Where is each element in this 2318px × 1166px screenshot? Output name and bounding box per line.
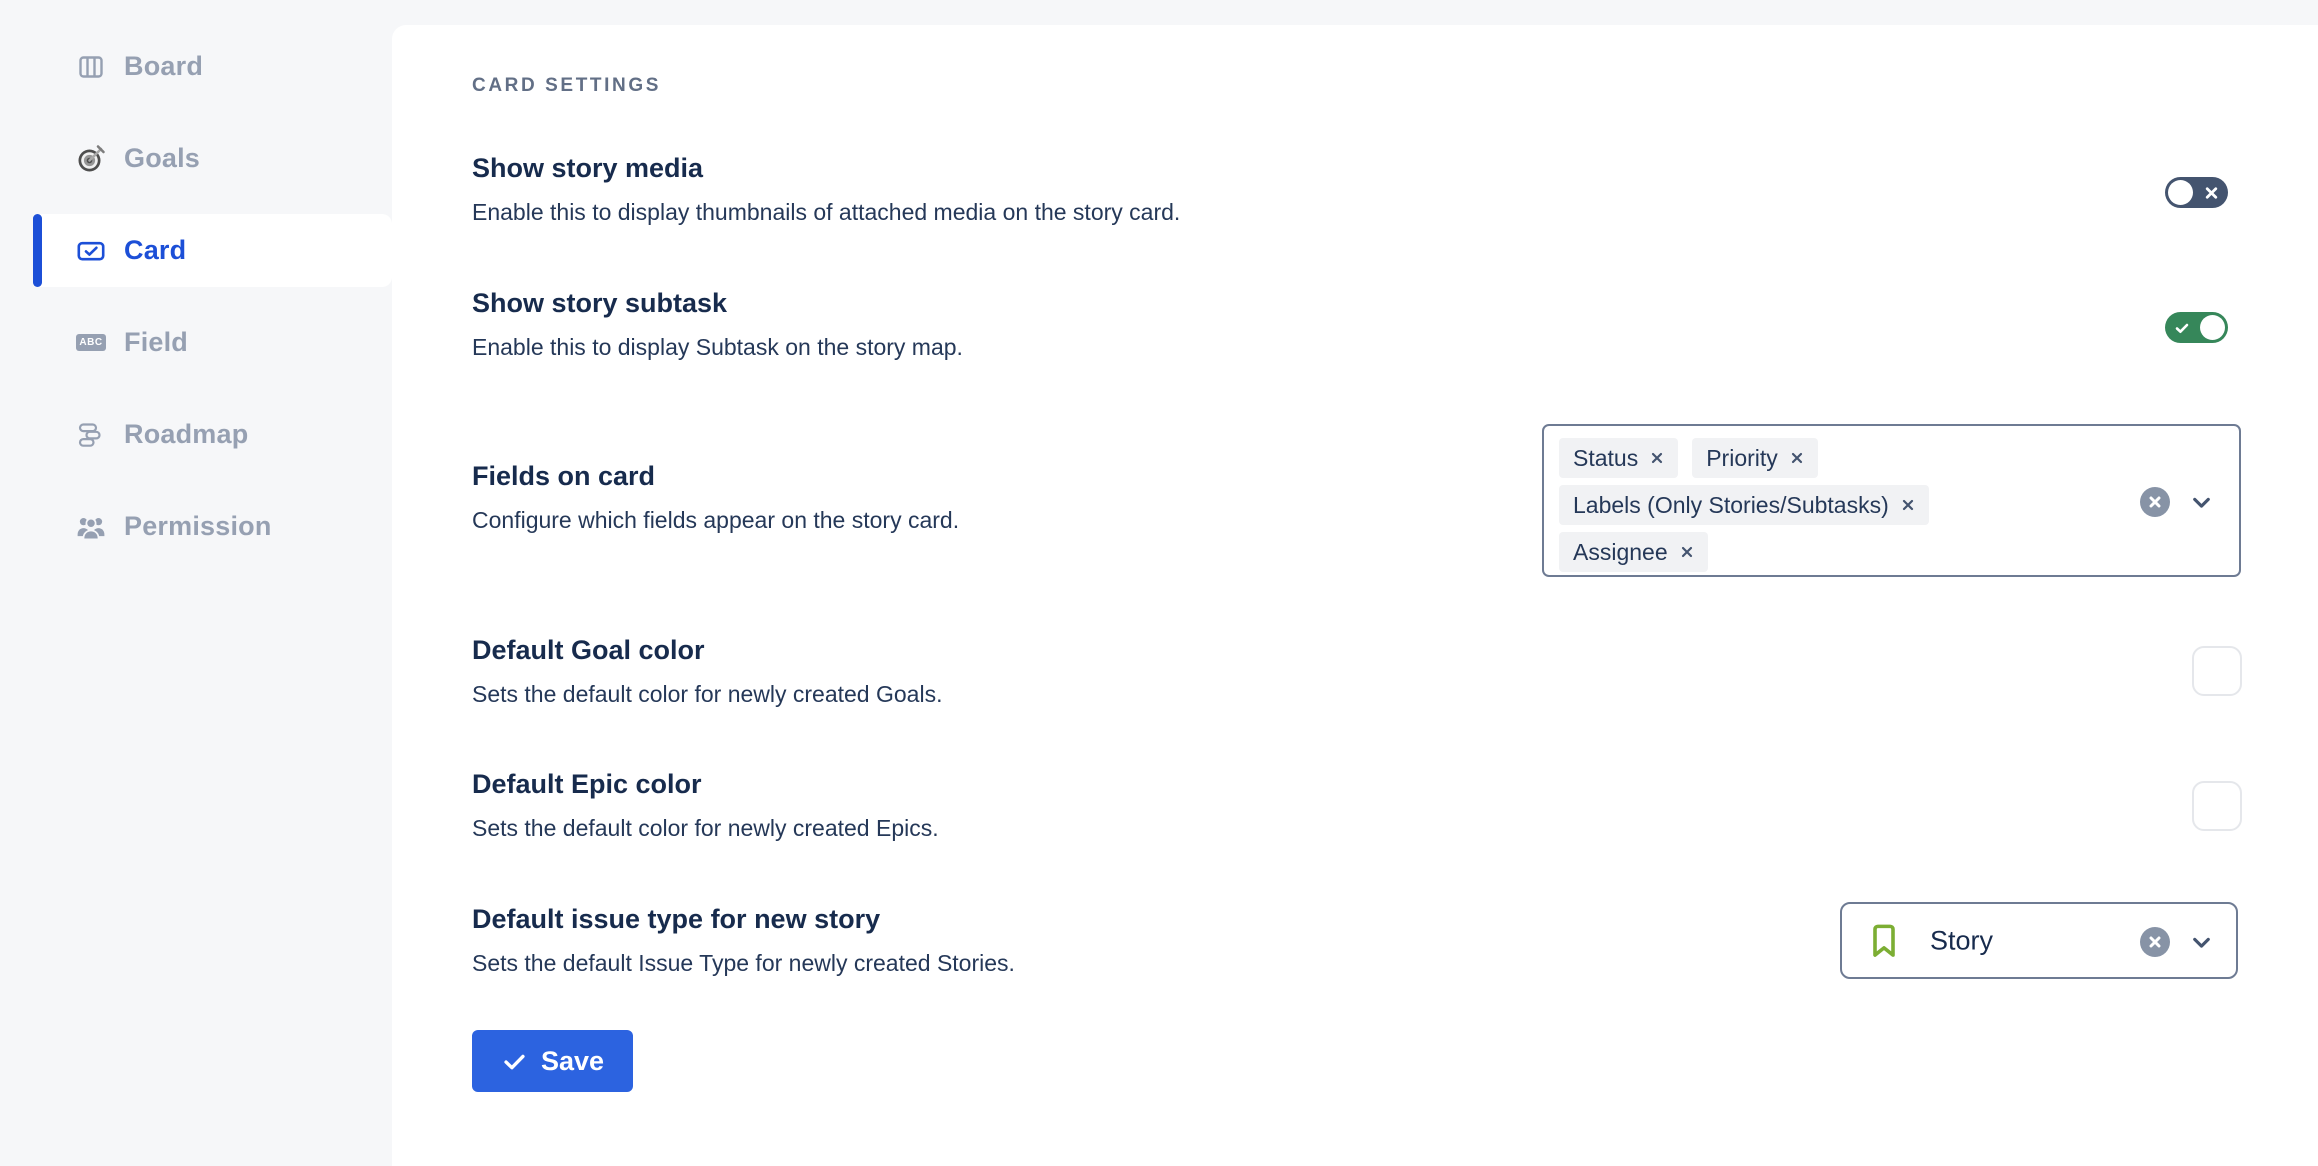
setting-desc-fields-on-card: Configure which fields appear on the sto… [472, 507, 959, 534]
default-epic-color-swatch[interactable] [2192, 781, 2242, 831]
chip-row: Assignee [1559, 532, 1708, 572]
clear-circle-icon[interactable] [2140, 927, 2170, 957]
setting-title-default-issue-type: Default issue type for new story [472, 904, 880, 935]
setting-title-default-epic-color: Default Epic color [472, 769, 702, 800]
sidebar-item-roadmap[interactable]: Roadmap [33, 398, 392, 471]
chip-status[interactable]: Status [1559, 438, 1678, 478]
chip-assignee[interactable]: Assignee [1559, 532, 1708, 572]
setting-title-show-story-subtask: Show story subtask [472, 288, 727, 319]
toggle-check-icon [2174, 320, 2190, 336]
permission-people-icon [76, 512, 106, 542]
sidebar-item-label: Permission [124, 511, 272, 542]
sidebar-item-card[interactable]: Card [33, 214, 392, 287]
chevron-down-icon[interactable] [2189, 490, 2214, 515]
fields-on-card-multiselect[interactable]: Status Priority Labels (Only Stories/Sub… [1542, 424, 2241, 577]
chip-row: Labels (Only Stories/Subtasks) [1559, 485, 1929, 525]
chip-label: Status [1573, 445, 1638, 472]
chip-remove-icon[interactable] [1901, 498, 1915, 512]
chip-remove-icon[interactable] [1650, 451, 1664, 465]
sidebar-nav: Board Goals [0, 0, 392, 563]
setting-title-show-story-media: Show story media [472, 153, 703, 184]
chip-priority[interactable]: Priority [1692, 438, 1818, 478]
chip-remove-icon[interactable] [1680, 545, 1694, 559]
goals-target-icon [76, 144, 106, 174]
roadmap-icon [76, 420, 106, 450]
chip-row: Status Priority [1559, 438, 1818, 478]
sidebar-item-label: Board [124, 51, 203, 82]
setting-desc-default-goal-color: Sets the default color for newly created… [472, 681, 942, 708]
setting-desc-default-issue-type: Sets the default Issue Type for newly cr… [472, 950, 1015, 977]
setting-title-default-goal-color: Default Goal color [472, 635, 705, 666]
sidebar-item-field[interactable]: ABC Field [33, 306, 392, 379]
toggle-knob [2168, 180, 2193, 205]
show-story-subtask-toggle[interactable] [2165, 312, 2228, 343]
sidebar-item-board[interactable]: Board [33, 30, 392, 103]
field-abc-icon: ABC [76, 328, 106, 358]
sidebar-item-goals[interactable]: Goals [33, 122, 392, 195]
chip-remove-icon[interactable] [1790, 451, 1804, 465]
settings-sidebar: Board Goals [0, 0, 392, 1166]
save-button[interactable]: Save [472, 1030, 633, 1092]
board-icon [76, 52, 106, 82]
chip-label: Assignee [1573, 539, 1668, 566]
card-settings-panel: CARD SETTINGS Show story media Enable th… [392, 25, 2318, 1166]
show-story-media-toggle[interactable] [2165, 177, 2228, 208]
toggle-cross-icon [2204, 185, 2219, 200]
issue-type-value: Story [1930, 925, 1993, 956]
save-check-icon [501, 1048, 528, 1075]
setting-desc-show-story-media: Enable this to display thumbnails of att… [472, 199, 1180, 226]
clear-circle-icon[interactable] [2140, 487, 2170, 517]
chip-labels[interactable]: Labels (Only Stories/Subtasks) [1559, 485, 1929, 525]
sidebar-item-permission[interactable]: Permission [33, 490, 392, 563]
chip-label: Labels (Only Stories/Subtasks) [1573, 492, 1889, 519]
save-button-label: Save [541, 1046, 604, 1077]
section-header: CARD SETTINGS [472, 75, 661, 97]
story-bookmark-icon [1868, 923, 1900, 959]
sidebar-item-label: Field [124, 327, 188, 358]
setting-desc-show-story-subtask: Enable this to display Subtask on the st… [472, 334, 963, 361]
chip-label: Priority [1706, 445, 1778, 472]
sidebar-item-label: Card [124, 235, 186, 266]
active-indicator-bar [33, 214, 42, 287]
card-check-icon [76, 236, 106, 266]
sidebar-item-label: Goals [124, 143, 200, 174]
default-issue-type-select[interactable]: Story [1840, 902, 2238, 979]
default-goal-color-swatch[interactable] [2192, 646, 2242, 696]
toggle-knob [2200, 315, 2225, 340]
chevron-down-icon[interactable] [2189, 930, 2214, 955]
sidebar-item-label: Roadmap [124, 419, 248, 450]
setting-title-fields-on-card: Fields on card [472, 461, 655, 492]
setting-desc-default-epic-color: Sets the default color for newly created… [472, 815, 939, 842]
